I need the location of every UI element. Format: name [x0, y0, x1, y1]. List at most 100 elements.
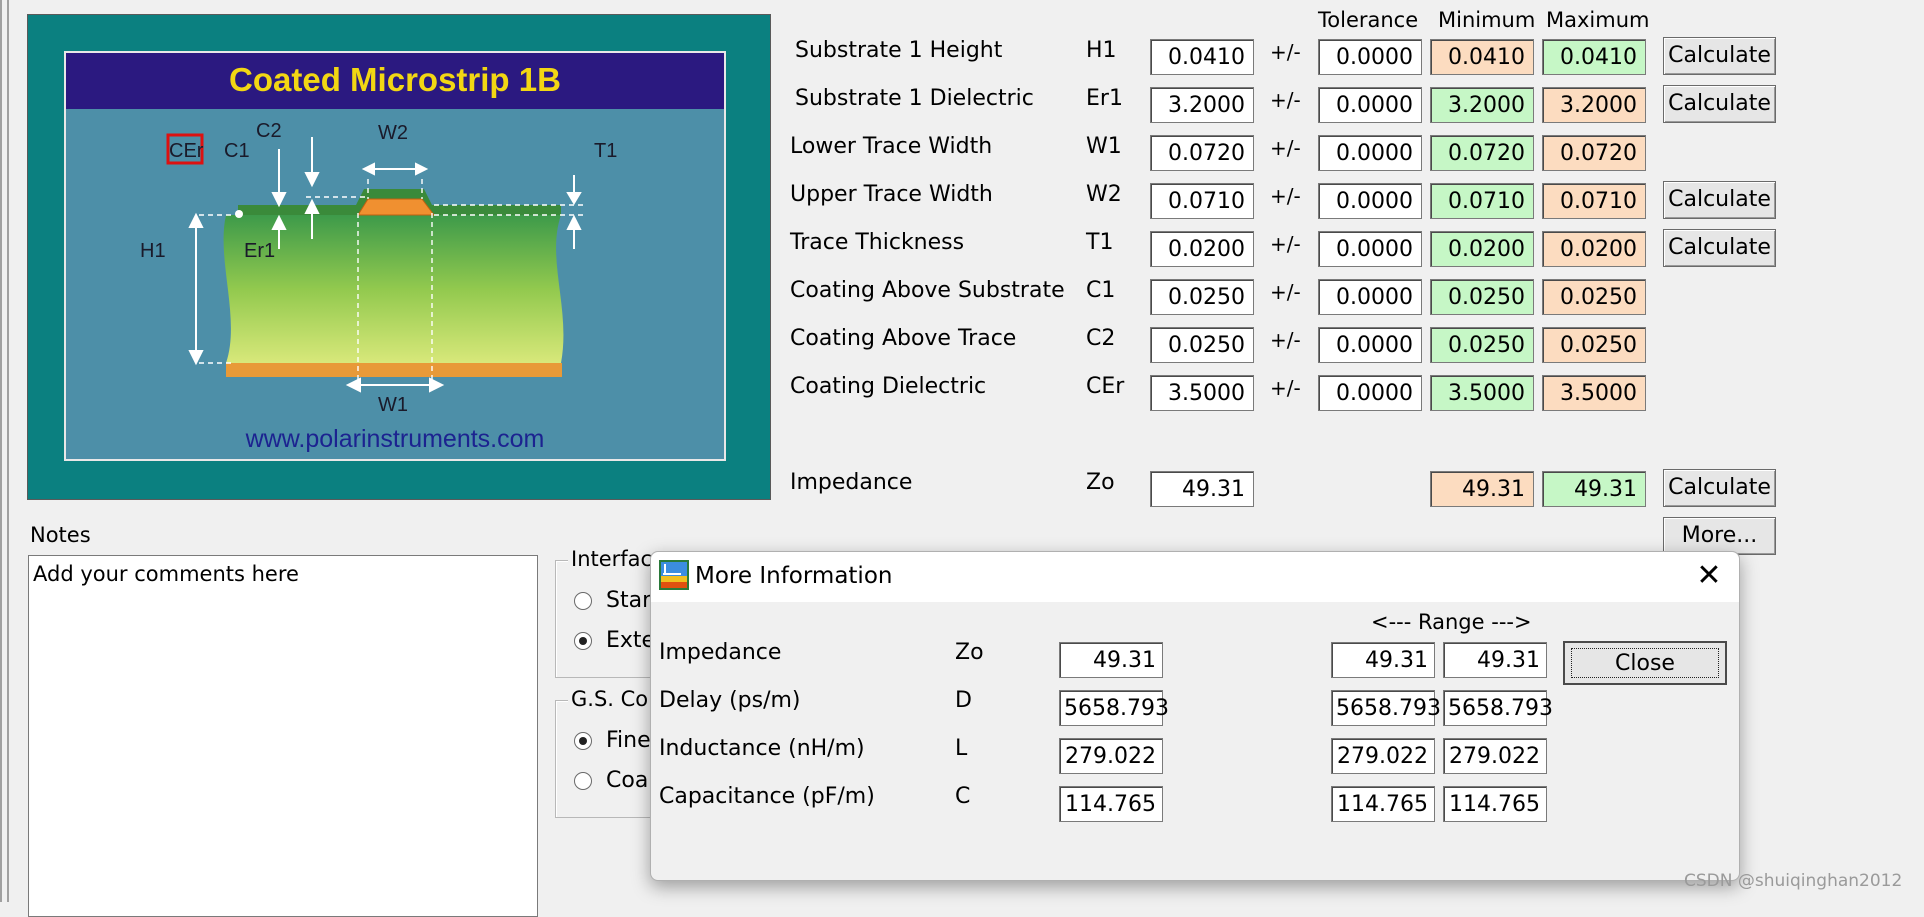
- impedance-min-field[interactable]: 49.31: [1430, 471, 1534, 507]
- calculate-button-w2[interactable]: Calculate: [1663, 181, 1776, 219]
- label-h1: H1: [140, 240, 166, 262]
- result-symbol-c: C: [955, 784, 971, 809]
- diagram-title-bar: Coated Microstrip 1B: [66, 53, 724, 109]
- result-range-max-field-c[interactable]: 114.765: [1443, 786, 1547, 822]
- param-value-field-t1[interactable]: 0.0200: [1150, 231, 1254, 267]
- result-range-min-field-l[interactable]: 279.022: [1331, 738, 1435, 774]
- param-max-field-w2[interactable]: 0.0710: [1542, 183, 1646, 219]
- close-icon[interactable]: ✕: [1691, 558, 1727, 594]
- impedance-calculate-button[interactable]: Calculate: [1663, 469, 1776, 507]
- param-label-w1: Lower Trace Width: [790, 134, 993, 159]
- result-range-max-field-zo[interactable]: 49.31: [1443, 642, 1547, 678]
- label-w1: W1: [378, 394, 408, 416]
- param-value-field-c2[interactable]: 0.0250: [1150, 327, 1254, 363]
- param-tolerance-field-er1[interactable]: 0.0000: [1318, 87, 1422, 123]
- result-symbol-d: D: [955, 688, 972, 713]
- more-information-dialog: More Information ✕ <--- Range ---> Imped…: [650, 551, 1740, 881]
- microstrip-cross-section: CEr C1 C2 W2 T1 H1 Er1 W1: [140, 120, 617, 416]
- param-symbol-c1: C1: [1086, 278, 1116, 303]
- param-max-field-w1[interactable]: 0.0720: [1542, 135, 1646, 171]
- param-max-field-t1[interactable]: 0.0200: [1542, 231, 1646, 267]
- param-label-cer: Coating Dielectric: [790, 374, 987, 399]
- window-left-border-inner: [7, 0, 9, 902]
- gs-option-1-label[interactable]: Fine: [606, 728, 651, 753]
- param-value-field-w1[interactable]: 0.0720: [1150, 135, 1254, 171]
- param-min-field-er1[interactable]: 3.2000: [1430, 87, 1534, 123]
- upper-trace: [357, 198, 435, 216]
- param-min-field-h1[interactable]: 0.0410: [1430, 39, 1534, 75]
- param-min-field-w2[interactable]: 0.0710: [1430, 183, 1534, 219]
- structure-diagram: Coated Microstrip 1B CEr C1 C2 W2 T1 H1 …: [64, 51, 726, 461]
- param-value-field-c1[interactable]: 0.0250: [1150, 279, 1254, 315]
- interface-option-1-label[interactable]: Stan: [606, 588, 656, 613]
- result-value-field-l[interactable]: 279.022: [1059, 738, 1163, 774]
- result-range-max-field-l[interactable]: 279.022: [1443, 738, 1547, 774]
- param-value-field-cer[interactable]: 3.5000: [1150, 375, 1254, 411]
- result-label-d: Delay (ps/m): [659, 688, 801, 713]
- result-range-max-field-d[interactable]: 5658.793: [1443, 690, 1553, 726]
- param-max-field-cer[interactable]: 3.5000: [1542, 375, 1646, 411]
- dialog-title-bar[interactable]: More Information ✕: [651, 552, 1739, 602]
- param-value-field-h1[interactable]: 0.0410: [1150, 39, 1254, 75]
- param-tolerance-field-c1[interactable]: 0.0000: [1318, 279, 1422, 315]
- dialog-title: More Information: [695, 563, 893, 589]
- param-symbol-w1: W1: [1086, 134, 1122, 159]
- param-max-field-c1[interactable]: 0.0250: [1542, 279, 1646, 315]
- impedance-max-field[interactable]: 49.31: [1542, 471, 1646, 507]
- plus-minus-label: +/-: [1270, 280, 1301, 304]
- calculate-button-er1[interactable]: Calculate: [1663, 85, 1776, 123]
- param-tolerance-field-cer[interactable]: 0.0000: [1318, 375, 1422, 411]
- param-tolerance-field-h1[interactable]: 0.0000: [1318, 39, 1422, 75]
- calculate-button-h1[interactable]: Calculate: [1663, 37, 1776, 75]
- param-label-c1: Coating Above Substrate: [790, 278, 1065, 303]
- param-value-field-er1[interactable]: 3.2000: [1150, 87, 1254, 123]
- range-label: <--- Range --->: [1371, 610, 1532, 634]
- param-tolerance-field-w1[interactable]: 0.0000: [1318, 135, 1422, 171]
- result-range-min-field-c[interactable]: 114.765: [1331, 786, 1435, 822]
- ground-plane: [226, 363, 562, 377]
- label-w2: W2: [378, 122, 408, 144]
- result-range-min-field-d[interactable]: 5658.793: [1331, 690, 1441, 726]
- param-symbol-h1: H1: [1086, 38, 1117, 63]
- param-tolerance-field-t1[interactable]: 0.0000: [1318, 231, 1422, 267]
- result-value-field-c[interactable]: 114.765: [1059, 786, 1163, 822]
- result-label-zo: Impedance: [659, 640, 782, 665]
- param-min-field-c1[interactable]: 0.0250: [1430, 279, 1534, 315]
- notes-label: Notes: [30, 523, 91, 547]
- param-tolerance-field-w2[interactable]: 0.0000: [1318, 183, 1422, 219]
- impedance-label: Impedance: [790, 470, 913, 495]
- param-symbol-er1: Er1: [1086, 86, 1123, 111]
- more-button[interactable]: More...: [1663, 517, 1776, 555]
- notes-textarea[interactable]: Add your comments here: [28, 555, 538, 917]
- param-tolerance-field-c2[interactable]: 0.0000: [1318, 327, 1422, 363]
- interface-option-2-radio[interactable]: [574, 632, 592, 650]
- param-min-field-cer[interactable]: 3.5000: [1430, 375, 1534, 411]
- diagram-url: www.polarinstruments.com: [245, 425, 545, 453]
- gs-option-2-radio[interactable]: [574, 772, 592, 790]
- param-min-field-t1[interactable]: 0.0200: [1430, 231, 1534, 267]
- interface-option-1-radio[interactable]: [574, 592, 592, 610]
- window-left-border: [0, 0, 2, 902]
- param-min-field-w1[interactable]: 0.0720: [1430, 135, 1534, 171]
- result-range-min-field-zo[interactable]: 49.31: [1331, 642, 1435, 678]
- close-button[interactable]: Close: [1563, 641, 1727, 685]
- calculate-button-t1[interactable]: Calculate: [1663, 229, 1776, 267]
- interface-option-2-label[interactable]: Exte: [606, 628, 655, 653]
- plus-minus-label: +/-: [1270, 328, 1301, 352]
- param-max-field-c2[interactable]: 0.0250: [1542, 327, 1646, 363]
- gs-option-1-radio[interactable]: [574, 732, 592, 750]
- param-min-field-c2[interactable]: 0.0250: [1430, 327, 1534, 363]
- header-minimum: Minimum: [1438, 8, 1536, 32]
- result-value-field-zo[interactable]: 49.31: [1059, 642, 1163, 678]
- param-symbol-c2: C2: [1086, 326, 1116, 351]
- result-value-field-d[interactable]: 5658.793: [1059, 690, 1169, 726]
- param-value-field-w2[interactable]: 0.0710: [1150, 183, 1254, 219]
- label-t1: T1: [594, 140, 617, 162]
- app-icon: [659, 560, 689, 590]
- result-symbol-zo: Zo: [955, 640, 984, 665]
- result-symbol-l: L: [955, 736, 968, 761]
- param-max-field-er1[interactable]: 3.2000: [1542, 87, 1646, 123]
- impedance-value-field[interactable]: 49.31: [1150, 471, 1254, 507]
- param-max-field-h1[interactable]: 0.0410: [1542, 39, 1646, 75]
- param-label-er1: Substrate 1 Dielectric: [795, 86, 1034, 111]
